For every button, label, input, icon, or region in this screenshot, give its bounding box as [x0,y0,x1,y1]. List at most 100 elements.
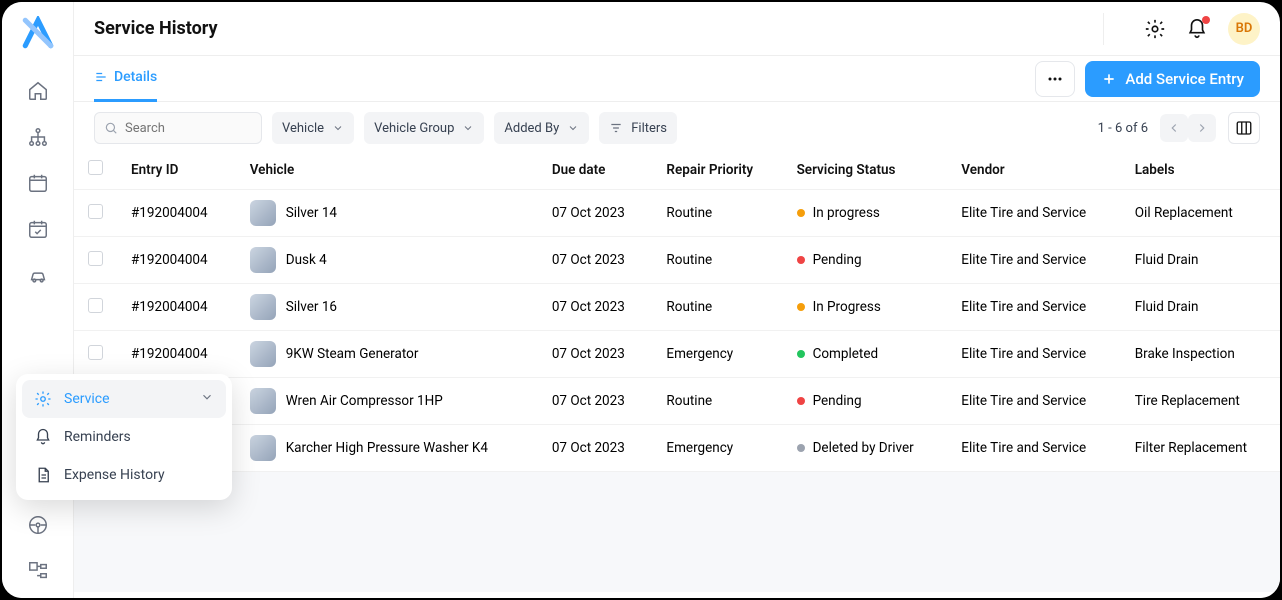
table-row[interactable]: #192004004 Silver 14 07 Oct 2023 Routine… [74,190,1280,237]
cell-vendor: Elite Tire and Service [947,378,1120,425]
chevron-down-icon [567,122,579,134]
table-row[interactable]: #192004004 Wren Air Compressor 1HP 07 Oc… [74,378,1280,425]
cell-vendor: Elite Tire and Service [947,190,1120,237]
home-icon[interactable] [27,80,49,102]
add-button-label: Add Service Entry [1125,70,1244,88]
popup-item-reminders[interactable]: Reminders [22,418,226,456]
notifications-icon[interactable] [1186,18,1208,40]
prev-page-button[interactable] [1160,114,1188,142]
cell-priority: Routine [652,284,782,331]
select-all-checkbox[interactable] [88,160,103,175]
filter-vehicle[interactable]: Vehicle [272,112,354,144]
cell-label: Brake Inspection [1121,331,1280,378]
cell-vehicle: Silver 16 [286,299,337,315]
cell-priority: Routine [652,378,782,425]
pagination-label: 1 - 6 of 6 [1098,121,1148,136]
status-dot [797,256,805,264]
vehicle-thumbnail [250,341,276,367]
org-icon[interactable] [27,126,49,148]
col-vendor: Vendor [947,150,1120,190]
cell-priority: Routine [652,190,782,237]
cell-vendor: Elite Tire and Service [947,331,1120,378]
empty-space [74,472,1280,592]
sidebar-popup: Service Reminders Expense History [16,374,232,500]
vehicle-thumbnail [250,435,276,461]
chevron-down-icon [462,122,474,134]
chevron-down-icon [332,122,344,134]
vehicle-thumbnail [250,388,276,414]
col-priority: Repair Priority [652,150,782,190]
cell-due-date: 07 Oct 2023 [538,284,653,331]
cell-label: Filter Replacement [1121,425,1280,472]
calendar-icon[interactable] [27,172,49,194]
cell-priority: Emergency [652,331,782,378]
col-labels: Labels [1121,150,1280,190]
row-checkbox[interactable] [88,345,103,360]
gear-icon [34,390,52,408]
row-checkbox[interactable] [88,251,103,266]
filter-added-by[interactable]: Added By [494,112,589,144]
filter-label: Filters [631,121,667,136]
search-icon [104,121,118,135]
cell-priority: Emergency [652,425,782,472]
table-row[interactable]: #192004004 Silver 16 07 Oct 2023 Routine… [74,284,1280,331]
popup-item-expense[interactable]: Expense History [22,456,226,494]
document-icon [34,466,52,484]
table-row[interactable]: #192004004 9KW Steam Generator 07 Oct 20… [74,331,1280,378]
status-dot [797,444,805,452]
cell-status: Completed [813,346,879,362]
row-checkbox[interactable] [88,204,103,219]
cell-priority: Routine [652,237,782,284]
page-title: Service History [94,18,218,39]
table-row[interactable]: #192004004 Dusk 4 07 Oct 2023 Routine Pe… [74,237,1280,284]
status-dot [797,350,805,358]
cell-entry-id: #192004004 [117,237,236,284]
cell-label: Fluid Drain [1121,284,1280,331]
cell-status: In progress [813,205,880,221]
cell-status: Pending [813,252,862,268]
filter-label: Vehicle Group [374,121,454,136]
status-dot [797,397,805,405]
popup-item-service[interactable]: Service [22,380,226,418]
search-input[interactable] [94,112,262,144]
cell-entry-id: #192004004 [117,284,236,331]
cell-due-date: 07 Oct 2023 [538,378,653,425]
vehicle-thumbnail [250,247,276,273]
tab-details[interactable]: Details [94,56,157,102]
steering-icon[interactable] [27,514,49,536]
filter-icon [609,121,623,135]
popup-label: Service [64,391,110,407]
filters-button[interactable]: Filters [599,112,677,144]
more-button[interactable] [1035,61,1075,97]
chevron-down-icon [200,390,214,408]
user-avatar[interactable]: BD [1228,13,1260,45]
column-toggle-button[interactable] [1228,112,1260,144]
popup-label: Reminders [64,429,131,445]
vehicle-thumbnail [250,294,276,320]
divider [1103,13,1104,45]
col-entry-id: Entry ID [117,150,236,190]
table-row[interactable]: #192004004 Karcher High Pressure Washer … [74,425,1280,472]
filter-vehicle-group[interactable]: Vehicle Group [364,112,484,144]
status-dot [797,303,805,311]
cell-vehicle: Dusk 4 [286,252,327,268]
cell-vehicle: Karcher High Pressure Washer K4 [286,440,488,456]
col-due-date: Due date [538,150,653,190]
calendar-check-icon[interactable] [27,218,49,240]
next-page-button[interactable] [1188,114,1216,142]
settings-icon[interactable] [1144,18,1166,40]
cell-status: Pending [813,393,862,409]
cell-label: Tire Replacement [1121,378,1280,425]
cell-due-date: 07 Oct 2023 [538,237,653,284]
popup-label: Expense History [64,467,165,483]
notification-dot [1202,16,1210,24]
vehicle-thumbnail [250,200,276,226]
cell-due-date: 07 Oct 2023 [538,190,653,237]
add-service-entry-button[interactable]: Add Service Entry [1085,61,1260,97]
layout-icon[interactable] [27,560,49,582]
row-checkbox[interactable] [88,298,103,313]
cell-vendor: Elite Tire and Service [947,284,1120,331]
app-logo[interactable] [21,16,55,50]
cell-entry-id: #192004004 [117,331,236,378]
vehicle-icon[interactable] [27,264,49,286]
